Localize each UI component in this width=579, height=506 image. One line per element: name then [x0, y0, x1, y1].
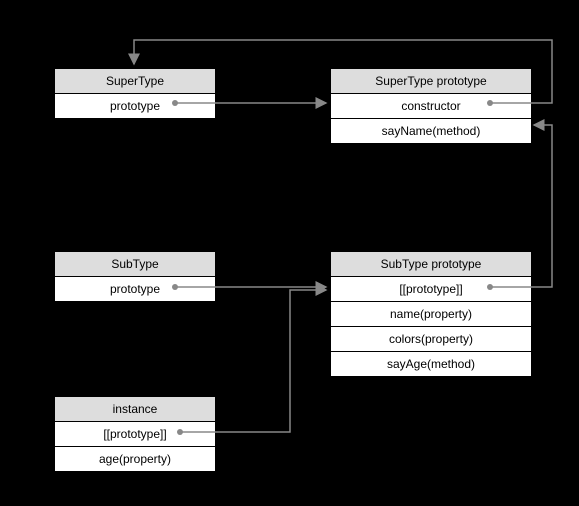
- box-row: name(property): [331, 302, 531, 327]
- box-row: constructor: [331, 94, 531, 119]
- box-title: SuperType: [55, 69, 215, 94]
- box-instance: instance [[prototype]] age(property): [54, 396, 216, 472]
- box-supertype-prototype: SuperType prototype constructor sayName(…: [330, 68, 532, 144]
- box-row: colors(property): [331, 327, 531, 352]
- box-subtype: SubType prototype: [54, 251, 216, 302]
- box-title: SuperType prototype: [331, 69, 531, 94]
- box-subtype-prototype: SubType prototype [[prototype]] name(pro…: [330, 251, 532, 377]
- box-row: sayAge(method): [331, 352, 531, 376]
- box-row: [[prototype]]: [331, 277, 531, 302]
- box-row: prototype: [55, 277, 215, 301]
- box-supertype: SuperType prototype: [54, 68, 216, 119]
- box-row: [[prototype]]: [55, 422, 215, 447]
- box-title: SubType prototype: [331, 252, 531, 277]
- box-row: prototype: [55, 94, 215, 118]
- diagram-canvas: SuperType prototype SuperType prototype …: [0, 0, 579, 506]
- box-row: sayName(method): [331, 119, 531, 143]
- box-title: SubType: [55, 252, 215, 277]
- box-title: instance: [55, 397, 215, 422]
- box-row: age(property): [55, 447, 215, 471]
